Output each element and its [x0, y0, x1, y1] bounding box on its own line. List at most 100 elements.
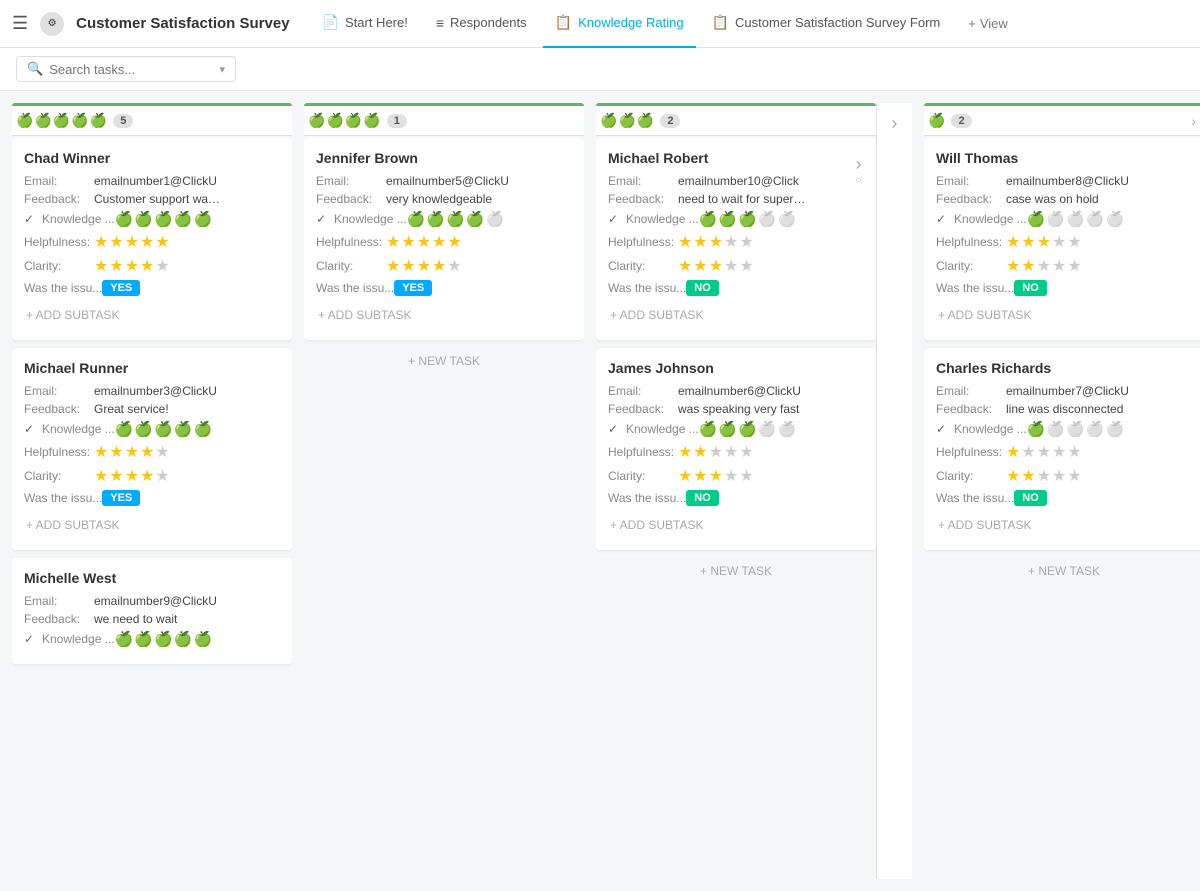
field-label-issue: Was the issu...: [316, 281, 394, 295]
field-value-feedback: need to wait for supervisor: [678, 192, 808, 206]
tab-respondents[interactable]: ≡ Respondents: [424, 0, 539, 48]
col-count-2: 1: [387, 114, 407, 128]
tab-view[interactable]: + View: [956, 10, 1020, 37]
app-icon: ⚙: [40, 12, 64, 36]
field-value-feedback: Customer support was awesome! This is th…: [94, 192, 224, 206]
hamburger-icon[interactable]: ☰: [12, 13, 28, 34]
task-name: Michelle West: [24, 570, 280, 586]
tab-start-here[interactable]: 📄 Start Here!: [310, 0, 420, 48]
task-name: James Johnson: [608, 360, 864, 376]
field-label-knowledge: Knowledge ...: [626, 212, 699, 226]
col-header-2: 🍏 🍏 🍏 🍏 1: [304, 103, 584, 136]
task-card-michael-runner: Michael Runner Email: emailnumber3@Click…: [12, 348, 292, 550]
kanban-board: 🍏 🍏 🍏 🍏 🍏 5 Chad Winner Email: emailnumb…: [0, 91, 1200, 891]
field-label-feedback: Feedback:: [24, 612, 94, 626]
helpfulness-rating: ★ ★ ★ ★ ★: [94, 442, 170, 462]
field-label-knowledge: Knowledge ...: [42, 632, 115, 646]
col-header-1: 🍏 🍏 🍏 🍏 🍏 5: [12, 103, 292, 136]
knowledge-rating: 🍏 🍏 🍏 🍏 🍏: [115, 420, 212, 438]
add-subtask-btn[interactable]: + ADD SUBTASK: [936, 302, 1192, 328]
col-expand-icon[interactable]: ›: [1191, 113, 1196, 129]
add-subtask-btn[interactable]: + ADD SUBTASK: [24, 512, 280, 538]
task-name: Michael Robert: [608, 150, 849, 166]
tab-survey-form[interactable]: 📋 Customer Satisfaction Survey Form: [700, 0, 953, 48]
column-1: 🍏 🍏 🍏 🍏 🍏 5 Chad Winner Email: emailnumb…: [12, 103, 292, 879]
column-2: 🍏 🍏 🍏 🍏 1 Jennifer Brown Email: emailnum…: [304, 103, 584, 879]
expand-icon[interactable]: ›: [856, 154, 862, 175]
expand-right-icon[interactable]: ›: [892, 113, 898, 134]
col-scroll-2: Jennifer Brown Email: emailnumber5@Click…: [304, 138, 584, 879]
task-name: Michael Runner: [24, 360, 280, 376]
issue-badge: NO: [686, 280, 719, 296]
check-icon: ✓: [936, 422, 954, 436]
clarity-rating: ★ ★ ★ ★ ★: [1006, 256, 1082, 276]
check-icon: ✓: [936, 212, 954, 226]
field-value-feedback: Great service!: [94, 402, 280, 416]
collapse-icon: ○: [853, 175, 864, 186]
apple-icons-2: 🍏 🍏 🍏 🍏: [308, 112, 381, 129]
new-task-btn[interactable]: + NEW TASK: [924, 558, 1200, 584]
field-label-helpfulness: Helpfulness:: [936, 445, 1006, 459]
field-value-feedback: was speaking very fast: [678, 402, 864, 416]
issue-badge: YES: [394, 280, 432, 296]
add-subtask-btn[interactable]: + ADD SUBTASK: [24, 302, 280, 328]
check-icon: ✓: [24, 212, 42, 226]
helpfulness-rating: ★ ★ ★ ★ ★: [678, 232, 754, 252]
field-label-feedback: Feedback:: [936, 402, 1006, 416]
helpfulness-rating: ★ ★ ★ ★ ★: [386, 232, 462, 252]
apple-filled: 🍏: [174, 210, 193, 228]
field-label-knowledge: Knowledge ...: [954, 212, 1027, 226]
field-label-issue: Was the issu...: [24, 491, 102, 505]
search-bar: 🔍 ▾: [0, 48, 1200, 91]
search-input[interactable]: [49, 62, 189, 77]
knowledge-rating: 🍏 🍏 🍏 🍏 🍏: [699, 210, 796, 228]
column-5: 🍏 2 › Will Thomas Email: emailnumber8@Cl…: [924, 103, 1200, 879]
doc-icon: 📄: [322, 14, 339, 31]
task-name: Charles Richards: [936, 360, 1192, 376]
issue-badge: YES: [102, 490, 140, 506]
field-label-issue: Was the issu...: [24, 281, 102, 295]
field-label-helpfulness: Helpfulness:: [24, 445, 94, 459]
clarity-rating: ★ ★ ★ ★ ★: [1006, 466, 1082, 486]
task-card-jennifer-brown: Jennifer Brown Email: emailnumber5@Click…: [304, 138, 584, 340]
tab-knowledge-rating[interactable]: 📋 Knowledge Rating: [543, 0, 696, 48]
field-value-email: emailnumber3@ClickU: [94, 384, 280, 398]
clarity-rating: ★ ★ ★ ★ ★: [94, 466, 170, 486]
issue-badge: NO: [1014, 280, 1047, 296]
field-label-clarity: Clarity:: [316, 259, 386, 273]
apple-icon: 🍏: [90, 112, 107, 129]
apple-filled: 🍏: [193, 210, 212, 228]
field-label-knowledge: Knowledge ...: [626, 422, 699, 436]
check-icon: ✓: [316, 212, 334, 226]
add-subtask-btn[interactable]: + ADD SUBTASK: [316, 302, 572, 328]
field-label-knowledge: Knowledge ...: [334, 212, 407, 226]
add-subtask-btn[interactable]: + ADD SUBTASK: [608, 512, 864, 538]
field-label-knowledge: Knowledge ...: [954, 422, 1027, 436]
search-input-wrap[interactable]: 🔍 ▾: [16, 56, 236, 82]
check-icon: ✓: [24, 632, 42, 646]
field-label-helpfulness: Helpfulness:: [24, 235, 94, 249]
task-card-michelle-west: Michelle West Email: emailnumber9@ClickU…: [12, 558, 292, 664]
knowledge-rating: 🍏 🍏 🍏 🍏 🍏: [115, 630, 212, 648]
task-name: Will Thomas: [936, 150, 1192, 166]
column-3: 🍏 🍏 🍏 2 Michael Robert Email: emailnumbe…: [596, 103, 876, 879]
field-label-feedback: Feedback:: [936, 192, 1006, 206]
field-label-issue: Was the issu...: [936, 491, 1014, 505]
add-subtask-btn[interactable]: + ADD SUBTASK: [936, 512, 1192, 538]
field-label-clarity: Clarity:: [608, 259, 678, 273]
new-task-btn[interactable]: + NEW TASK: [596, 558, 876, 584]
field-value-feedback: case was on hold: [1006, 192, 1192, 206]
field-value-email: emailnumber8@ClickU: [1006, 174, 1192, 188]
task-card-michael-robert: Michael Robert Email: emailnumber10@Clic…: [596, 138, 876, 340]
col-scroll-3: Michael Robert Email: emailnumber10@Clic…: [596, 138, 876, 879]
knowledge-rating: 🍏 🍏 🍏 🍏 🍏: [115, 210, 212, 228]
new-task-btn[interactable]: + NEW TASK: [304, 348, 584, 374]
task-name: Chad Winner: [24, 150, 280, 166]
field-label-feedback: Feedback:: [24, 192, 94, 206]
col-count-3: 2: [660, 114, 680, 128]
add-subtask-btn[interactable]: + ADD SUBTASK: [608, 302, 849, 328]
field-label-knowledge: Knowledge ...: [42, 422, 115, 436]
apple-icons-3: 🍏 🍏 🍏: [600, 112, 654, 129]
clarity-rating: ★ ★ ★ ★ ★: [678, 466, 754, 486]
chevron-down-icon: ▾: [219, 63, 225, 76]
